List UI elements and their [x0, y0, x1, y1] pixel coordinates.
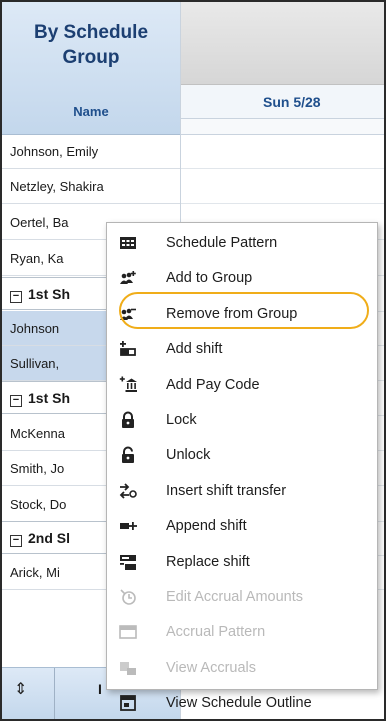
- add-pay-code-icon: [119, 376, 137, 394]
- menu-item-view-schedule-outline[interactable]: View Schedule Outline: [107, 685, 377, 720]
- remove-from-group-icon: [119, 305, 137, 323]
- menu-item-edit-accrual-amounts: Edit Accrual Amounts: [107, 579, 377, 614]
- employee-row[interactable]: Netzley, Shakira: [2, 169, 180, 204]
- menu-item-label: View Schedule Outline: [166, 695, 312, 712]
- sort-updown-icon[interactable]: ⇕: [14, 679, 27, 699]
- menu-item-replace-shift[interactable]: Replace shift: [107, 544, 377, 579]
- append-shift-icon: [119, 517, 137, 535]
- edit-accrual-amounts-icon: [119, 588, 137, 606]
- menu-item-add-to-group[interactable]: Add to Group: [107, 260, 377, 295]
- menu-item-label: Insert shift transfer: [166, 482, 287, 499]
- unlock-icon: [119, 446, 137, 464]
- title-line-2: Group: [62, 47, 120, 68]
- replace-shift-icon: [119, 553, 137, 571]
- menu-item-label: Add to Group: [166, 270, 253, 287]
- divider: [54, 668, 55, 719]
- column-header: By Schedule Group Name: [2, 2, 180, 135]
- menu-item-label: Schedule Pattern: [166, 235, 278, 251]
- menu-item-insert-shift-transfer[interactable]: Insert shift transfer: [107, 473, 377, 508]
- menu-item-label: Unlock: [166, 447, 211, 464]
- menu-item-label: Append shift: [166, 518, 247, 535]
- menu-item-accrual-pattern: Accrual Pattern: [107, 614, 377, 649]
- menu-item-lock[interactable]: Lock: [107, 402, 377, 437]
- group-label: 2nd Sl: [28, 530, 71, 546]
- day-subheader: [181, 119, 384, 135]
- menu-item-append-shift[interactable]: Append shift: [107, 508, 377, 543]
- add-to-group-icon: [119, 269, 137, 287]
- menu-item-view-accruals: View Accruals: [107, 650, 377, 685]
- menu-item-add-pay-code[interactable]: Add Pay Code: [107, 367, 377, 402]
- menu-item-label: Replace shift: [166, 553, 250, 570]
- menu-item-unlock[interactable]: Unlock: [107, 437, 377, 472]
- menu-item-label: Lock: [166, 412, 197, 428]
- grid-line: [181, 168, 384, 169]
- employee-row[interactable]: Johnson, Emily: [2, 134, 180, 169]
- add-shift-icon: [119, 340, 137, 358]
- menu-item-label: Add shift: [166, 341, 223, 358]
- menu-item-label: View Accruals: [166, 659, 256, 676]
- group-label: 1st Sh: [28, 286, 71, 302]
- menu-item-label: Remove from Group: [166, 305, 298, 322]
- context-menu: Schedule Pattern Add to Group Remove from …: [106, 222, 378, 711]
- menu-item-label: Add Pay Code: [166, 376, 260, 393]
- view-schedule-outline-icon: [119, 694, 137, 712]
- insert-shift-transfer-icon: [119, 482, 137, 500]
- lock-icon: [119, 411, 137, 429]
- name-column-header[interactable]: Name: [2, 104, 180, 119]
- day-column-header[interactable]: Sun 5/28: [181, 85, 384, 119]
- bottom-bar-label: I: [98, 681, 102, 697]
- title-line-1: By Schedule: [33, 22, 149, 43]
- collapse-icon[interactable]: −: [10, 395, 22, 407]
- menu-item-schedule-pattern[interactable]: Schedule Pattern: [107, 225, 377, 260]
- timeline-header: [181, 2, 384, 85]
- menu-item-remove-from-group[interactable]: Remove from Group: [107, 296, 377, 331]
- collapse-icon[interactable]: −: [10, 535, 22, 547]
- schedule-pattern-icon: [119, 234, 137, 252]
- group-by-title[interactable]: By Schedule Group: [2, 20, 180, 70]
- grid-line: [181, 203, 384, 204]
- menu-item-label: Accrual Pattern: [166, 624, 266, 641]
- menu-item-label: Edit Accrual Amounts: [166, 589, 304, 605]
- accrual-pattern-icon: [119, 623, 137, 641]
- view-accruals-icon: [119, 659, 137, 677]
- menu-item-add-shift[interactable]: Add shift: [107, 331, 377, 366]
- group-label: 1st Sh: [28, 390, 71, 406]
- collapse-icon[interactable]: −: [10, 291, 22, 303]
